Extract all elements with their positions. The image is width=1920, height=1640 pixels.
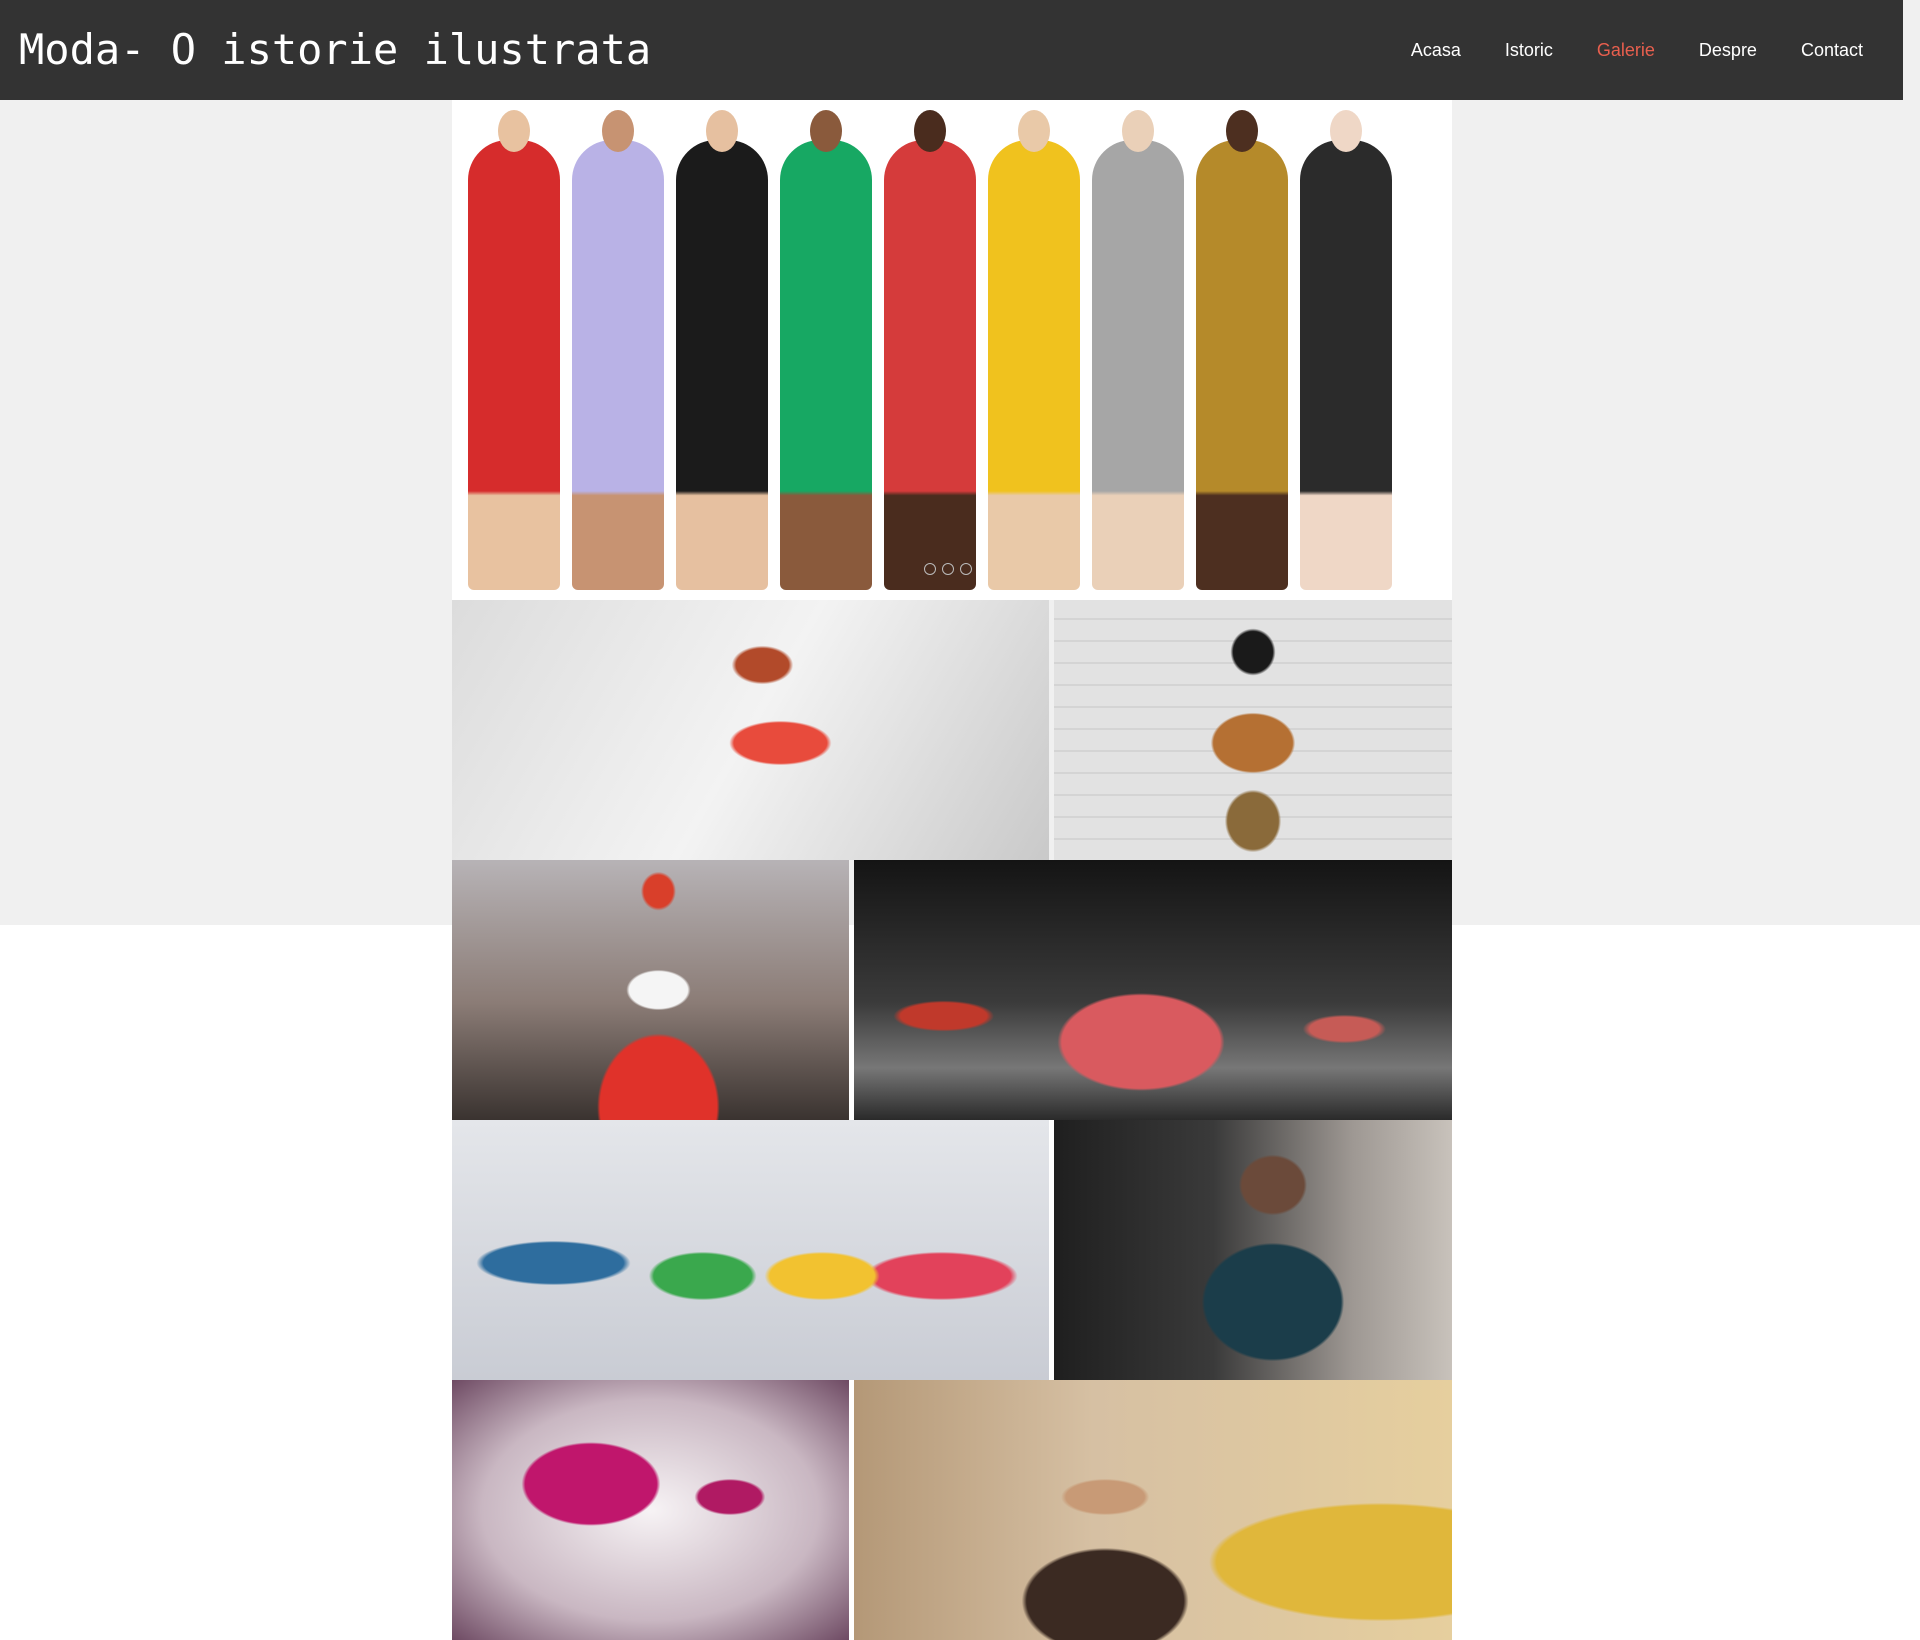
gallery-photo-street-sunglasses-beanie[interactable] <box>854 1380 1452 1640</box>
hero-model-figure <box>1196 110 1288 590</box>
gallery-photo-runway-red-blindfold[interactable] <box>452 860 849 1120</box>
site-header: Moda- O istorie ilustrata Acasa Istoric … <box>0 0 1903 100</box>
slideshow-dot[interactable] <box>924 563 936 575</box>
site-title: Moda- O istorie ilustrata <box>19 25 652 74</box>
hero-model-head <box>1226 110 1258 152</box>
hero-model-head <box>498 110 530 152</box>
gallery-photo-suede-jacket-hat[interactable] <box>1054 600 1452 860</box>
hero-model-figure <box>1092 110 1184 590</box>
gallery-photo-magenta-flowing-dress[interactable] <box>452 1380 849 1640</box>
nav-link-acasa[interactable]: Acasa <box>1389 0 1483 100</box>
hero-model-head <box>810 110 842 152</box>
hero-model-figure <box>884 110 976 590</box>
slideshow-dots <box>924 563 972 575</box>
nav-link-istoric[interactable]: Istoric <box>1483 0 1575 100</box>
hero-model-head <box>1122 110 1154 152</box>
gallery-photo-runway-checkered-floor[interactable] <box>854 860 1452 1120</box>
hero-model-figure <box>572 110 664 590</box>
hero-model-head <box>914 110 946 152</box>
nav-link-contact[interactable]: Contact <box>1779 0 1903 100</box>
hero-model-head <box>1330 110 1362 152</box>
gallery-photo-velvet-bomber-jacket[interactable] <box>1054 1120 1452 1380</box>
main-nav: Acasa Istoric Galerie Despre Contact <box>1389 0 1903 100</box>
hero-model-head <box>706 110 738 152</box>
hero-model-figure <box>988 110 1080 590</box>
hero-model-figure <box>1300 110 1392 590</box>
hero-model-head <box>602 110 634 152</box>
hero-model-head <box>1018 110 1050 152</box>
hero-model-figure <box>468 110 560 590</box>
slideshow-dot[interactable] <box>960 563 972 575</box>
slideshow-dot[interactable] <box>942 563 954 575</box>
nav-link-despre[interactable]: Despre <box>1677 0 1779 100</box>
hero-slideshow[interactable] <box>452 100 1452 600</box>
gallery-photo-red-dress-handbags[interactable] <box>452 600 1049 860</box>
gallery-photo-runway-pop-art-prints[interactable] <box>452 1120 1049 1380</box>
hero-model-figure <box>676 110 768 590</box>
hero-model-figure <box>780 110 872 590</box>
nav-link-galerie[interactable]: Galerie <box>1575 0 1677 100</box>
